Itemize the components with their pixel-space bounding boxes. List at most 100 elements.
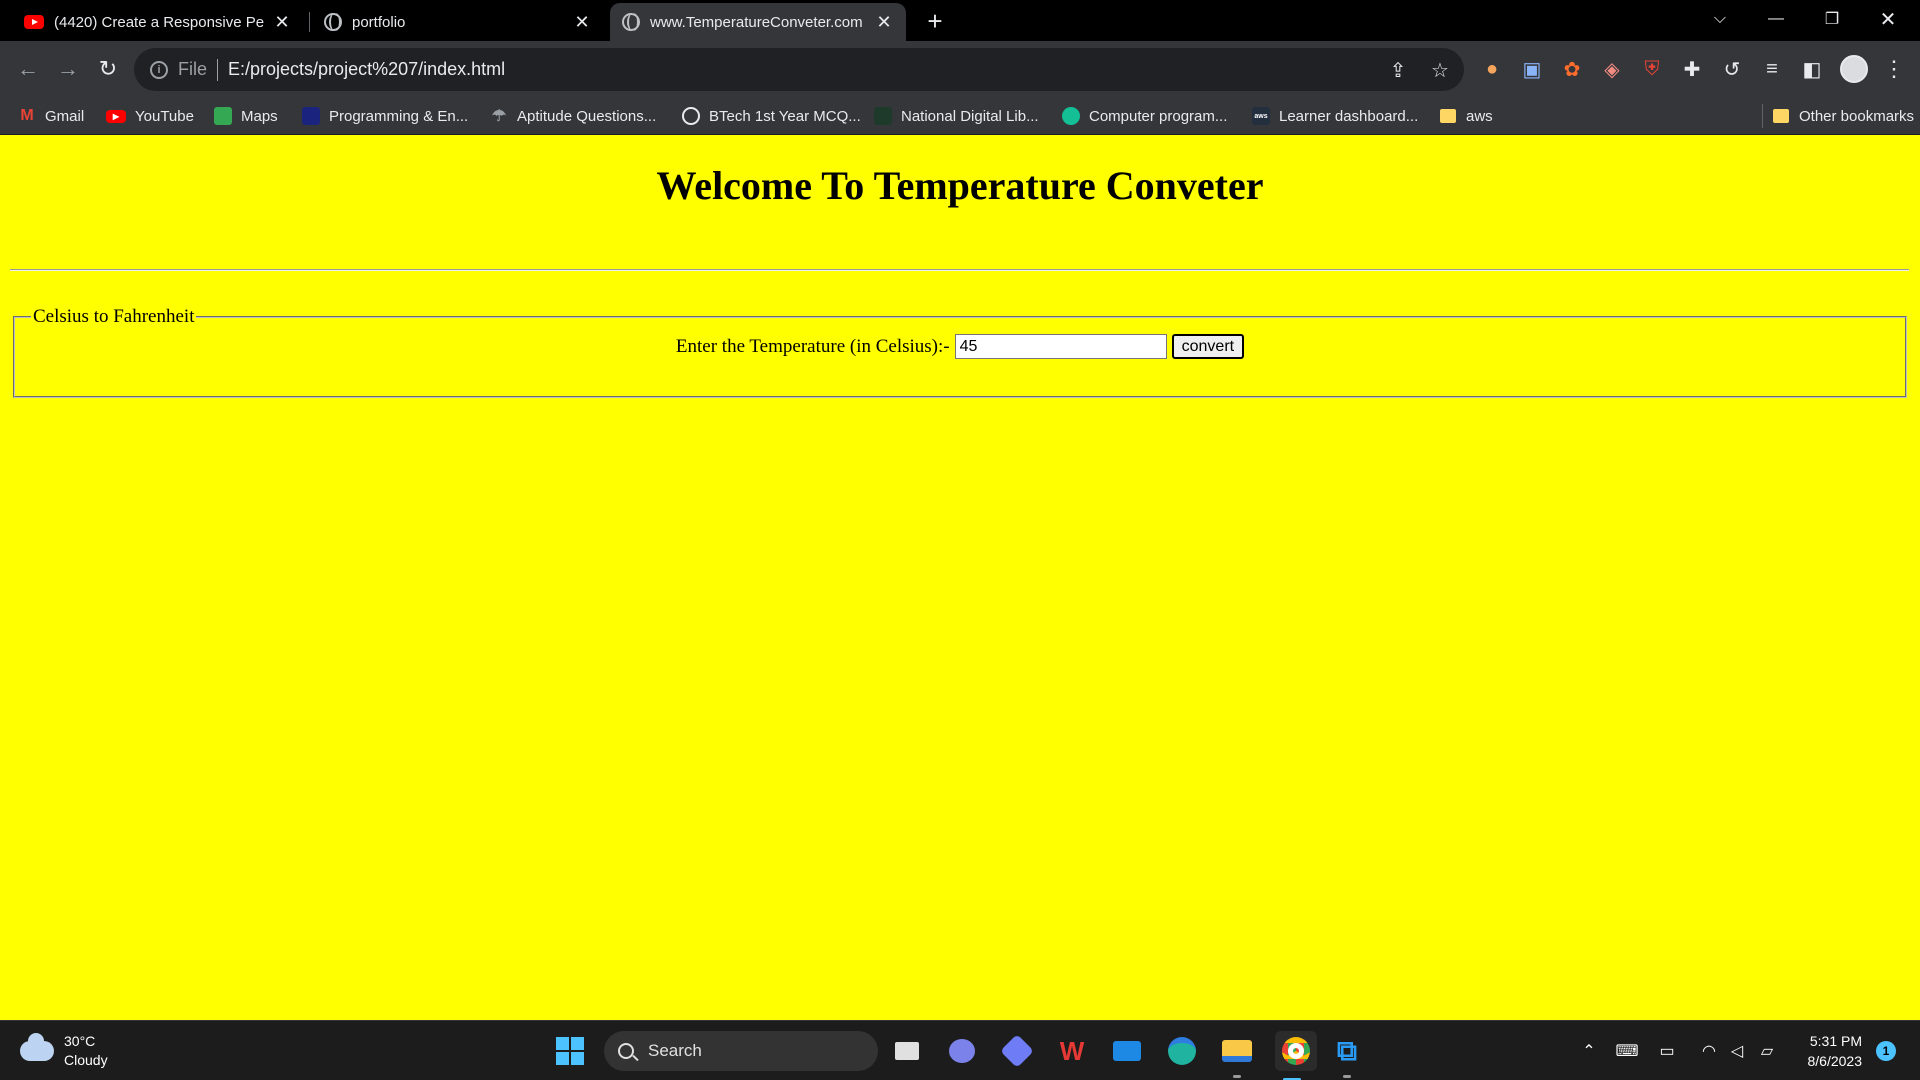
notification-badge[interactable]: 1 (1876, 1041, 1896, 1061)
clock-date: 8/6/2023 (1807, 1053, 1863, 1069)
reload-button[interactable]: ↻ (92, 53, 124, 85)
task-view-icon[interactable] (890, 1034, 924, 1068)
bookmark-label: Maps (241, 107, 278, 125)
chrome-browser-icon[interactable] (1275, 1031, 1317, 1080)
windows-start-icon[interactable] (556, 1037, 584, 1065)
bookmark-aptitude[interactable]: ☂ Aptitude Questions... (490, 104, 656, 128)
page-title: Welcome To Temperature Conveter (656, 163, 1264, 208)
keyboard-icon[interactable]: ⌨ (1614, 1039, 1640, 1063)
weather-widget[interactable]: 30°C Cloudy (20, 1032, 108, 1070)
restore-icon[interactable]: ❐ (1804, 0, 1860, 38)
forward-button[interactable]: → (52, 53, 84, 85)
teams-chat-icon[interactable] (945, 1034, 979, 1068)
more-menu-icon[interactable]: ⋮ (1880, 55, 1908, 83)
bookmark-programming[interactable]: Programming & En... (302, 104, 468, 128)
puzzle-extensions-icon[interactable]: ✚ (1678, 55, 1706, 83)
close-icon[interactable]: ✕ (272, 12, 292, 32)
bookmark-gmail[interactable]: M Gmail (18, 104, 84, 128)
new-tab-button[interactable]: + (920, 6, 950, 36)
reading-list-icon[interactable]: ≡ (1758, 55, 1786, 83)
extension-icon[interactable]: ● (1478, 55, 1506, 83)
bookmark-learner-dashboard[interactable]: aws Learner dashboard... (1252, 104, 1418, 128)
clock[interactable]: 5:31 PM 8/6/2023 (1796, 1031, 1863, 1071)
tab-temperature-converter[interactable]: www.TemperatureConveter.com ✕ (610, 3, 906, 41)
youtube-icon: ▶ (106, 109, 126, 123)
url-scheme-label: File (178, 59, 208, 79)
gmail-icon: M (20, 107, 34, 124)
bookmark-folder-aws[interactable]: aws (1440, 104, 1493, 128)
wifi-icon[interactable]: ◠ (1696, 1039, 1722, 1063)
converter-row: Enter the Temperature (in Celsius):- 45 … (15, 334, 1905, 359)
bookmark-national-digital-library[interactable]: National Digital Lib... (874, 104, 1039, 128)
bookmark-label: YouTube (135, 107, 194, 125)
address-bar[interactable]: i File E:/projects/project%207/index.htm… (134, 48, 1464, 91)
chevron-up-icon[interactable]: ⌃ (1576, 1039, 1602, 1063)
cloud-icon (20, 1033, 54, 1061)
close-icon[interactable]: ✕ (572, 12, 592, 32)
taskbar-search[interactable]: Search (604, 1031, 878, 1071)
bookmark-maps[interactable]: Maps (214, 104, 278, 128)
convert-button[interactable]: convert (1171, 334, 1245, 359)
hide-extension-icon[interactable]: ◈ (1598, 55, 1626, 83)
tab-search-icon[interactable]: ⌵ (1692, 0, 1748, 38)
window-close-icon[interactable]: ✕ (1860, 0, 1916, 38)
search-label: Search (648, 1041, 702, 1060)
bookmark-label: Computer program... (1089, 107, 1228, 125)
edge-browser-icon[interactable] (1165, 1034, 1199, 1068)
bookmark-youtube[interactable]: ▶ YouTube (106, 104, 194, 128)
bookmark-label: National Digital Lib... (901, 107, 1039, 125)
speaker-muted-icon[interactable]: ◁ (1724, 1039, 1750, 1063)
bookmark-site-icon (1062, 107, 1080, 125)
tab-title: portfolio (352, 13, 406, 31)
bookmark-star-icon[interactable]: ☆ (1428, 58, 1452, 82)
file-explorer-icon[interactable] (1220, 1034, 1254, 1078)
weather-temperature: 30°C (64, 1033, 96, 1049)
web-page: Welcome To Temperature Conveter Celsius … (0, 135, 1920, 1020)
bookmark-label: Programming & En... (329, 107, 469, 125)
bookmark-site-icon: ☂ (491, 108, 507, 125)
wps-office-icon[interactable]: W (1055, 1034, 1089, 1068)
bookmark-label: Other bookmarks (1799, 107, 1915, 125)
side-panel-icon[interactable]: ◧ (1798, 55, 1826, 83)
bookmark-site-icon (302, 107, 320, 125)
other-bookmarks[interactable]: Other bookmarks (1762, 104, 1914, 128)
share-icon[interactable]: ⇪ (1386, 58, 1410, 82)
url-text[interactable]: E:/projects/project%207/index.html (228, 59, 505, 80)
horizontal-rule (10, 269, 1909, 271)
tab-youtube[interactable]: (4420) Create a Responsive Perso ✕ (12, 3, 304, 41)
bookmark-label: Aptitude Questions... (517, 107, 657, 125)
windows-taskbar: 30°C Cloudy Search W ⧉ ⌃ ⌨ ▭ ◠ ◁ ▱ 5:31 … (0, 1020, 1920, 1080)
omnibox-divider (217, 58, 219, 81)
info-icon[interactable]: i (150, 60, 168, 79)
shield-extension-icon[interactable]: ⛨ (1638, 55, 1666, 83)
copilot-icon[interactable] (1000, 1034, 1034, 1068)
bookmark-computer-programming[interactable]: Computer program... (1062, 104, 1227, 128)
celsius-input[interactable]: 45 (954, 334, 1167, 359)
folder-icon (1440, 109, 1456, 123)
temperature-input-label: Enter the Temperature (in Celsius):- (675, 335, 950, 357)
bookmark-label: Gmail (45, 107, 85, 125)
battery-icon[interactable]: ▱ (1754, 1039, 1780, 1063)
browser-toolbar: ← → ↻ i File E:/projects/project%207/ind… (0, 41, 1920, 98)
tab-portfolio[interactable]: portfolio ✕ (312, 3, 604, 41)
tab-title: (4420) Create a Responsive Perso (54, 13, 264, 31)
bookmark-label: BTech 1st Year MCQ... (709, 107, 861, 125)
display-icon[interactable]: ▭ (1654, 1039, 1680, 1063)
profile-avatar[interactable] (1840, 55, 1868, 83)
vscode-icon[interactable]: ⧉ (1330, 1034, 1364, 1078)
sync-icon[interactable]: ↺ (1718, 55, 1746, 83)
weather-description: Cloudy (64, 1052, 108, 1068)
bookmarks-bar: M Gmail ▶ YouTube Maps Programming & En.… (0, 98, 1920, 135)
maps-icon (214, 107, 232, 125)
minimize-icon[interactable]: — (1748, 0, 1804, 38)
mail-icon[interactable] (1110, 1034, 1144, 1068)
bookmark-btech[interactable]: BTech 1st Year MCQ... (682, 104, 861, 128)
celsius-to-fahrenheit-fieldset: Celsius to Fahrenheit Enter the Temperat… (13, 306, 1907, 398)
tab-title: www.TemperatureConveter.com (650, 13, 863, 31)
extension-icon[interactable]: ✿ (1558, 55, 1586, 83)
screen-capture-extension-icon[interactable]: ▣ (1518, 55, 1546, 83)
close-icon[interactable]: ✕ (874, 12, 894, 32)
bookmark-label: Learner dashboard... (1279, 107, 1419, 125)
folder-icon (1773, 109, 1789, 123)
back-button[interactable]: ← (12, 53, 44, 85)
